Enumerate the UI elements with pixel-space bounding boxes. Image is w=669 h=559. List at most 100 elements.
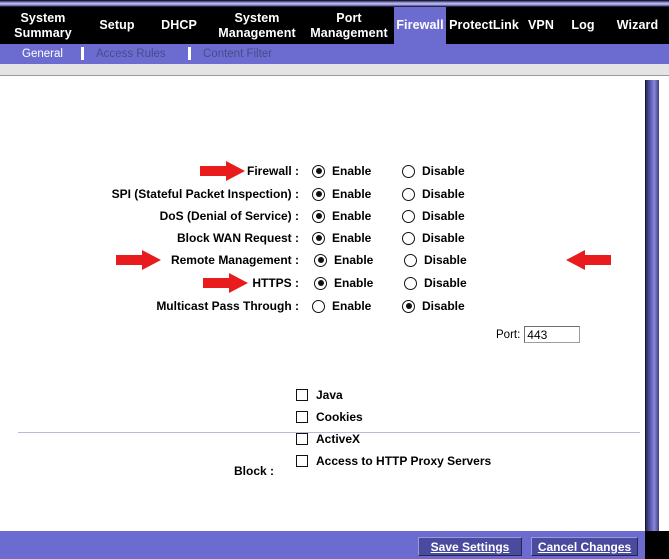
block-item-label: ActiveX — [316, 432, 361, 446]
setting-label: SPI (Stateful Packet Inspection) : — [111, 187, 299, 201]
setting-label: Remote Management : — [170, 253, 299, 267]
setting-label: Block WAN Request : — [176, 231, 299, 245]
right-margin — [659, 80, 669, 559]
radio-option-disable[interactable]: Disable — [404, 249, 467, 271]
radio-disable-icon[interactable] — [402, 164, 415, 178]
vertical-scrollbar[interactable] — [645, 80, 659, 531]
subnav-item-access-rules[interactable]: Access Rules — [96, 46, 166, 62]
radio-disable-label: Disable — [422, 187, 465, 201]
radio-option-enable[interactable]: Enable — [312, 295, 371, 317]
radio-enable-icon[interactable] — [314, 253, 327, 267]
nav-tab-system-management[interactable]: System Management — [210, 7, 304, 44]
radio-option-disable[interactable]: Disable — [404, 272, 467, 294]
radio-disable-icon[interactable] — [404, 276, 417, 290]
port-input[interactable] — [524, 326, 581, 343]
block-item-row[interactable]: Cookies — [296, 409, 363, 425]
block-item-label: Java — [316, 388, 343, 402]
nav-tab-protectlink[interactable]: ProtectLink — [446, 7, 522, 44]
radio-option-disable[interactable]: Disable — [402, 227, 465, 249]
nav-tab-wizard[interactable]: Wizard — [606, 7, 669, 44]
radio-disable-icon[interactable] — [404, 253, 417, 267]
radio-option-enable[interactable]: Enable — [314, 272, 373, 294]
setting-label: Multicast Pass Through : — [156, 299, 299, 313]
window-top-strip — [0, 0, 669, 7]
nav-tab-dhcp[interactable]: DHCP — [148, 7, 210, 44]
sub-navigation-bar: General Access Rules Content Filter — [0, 44, 669, 64]
radio-disable-icon[interactable] — [402, 231, 415, 245]
toolbar-divider-band — [0, 64, 669, 76]
subnav-separator — [81, 47, 84, 60]
radio-enable-label: Enable — [332, 164, 372, 178]
annotation-arrow-icon — [200, 160, 246, 182]
radio-option-enable[interactable]: Enable — [312, 227, 371, 249]
radio-enable-label: Enable — [334, 276, 374, 290]
nav-tab-port-management[interactable]: Port Management — [304, 7, 394, 44]
setting-row: SPI (Stateful Packet Inspection) : Enable… — [0, 183, 669, 205]
radio-enable-icon[interactable] — [314, 276, 327, 290]
nav-tab-setup[interactable]: Setup — [86, 7, 148, 44]
checkbox-activex[interactable] — [296, 433, 308, 445]
radio-disable-label: Disable — [422, 299, 465, 313]
cancel-changes-button[interactable]: Cancel Changes — [531, 537, 638, 556]
radio-enable-icon[interactable] — [312, 187, 325, 201]
block-item-row[interactable]: Access to HTTP Proxy Servers — [296, 453, 491, 469]
radio-enable-icon[interactable] — [312, 209, 325, 223]
radio-option-disable[interactable]: Disable — [402, 183, 465, 205]
radio-enable-icon[interactable] — [312, 299, 325, 313]
nav-tab-log[interactable]: Log — [560, 7, 606, 44]
annotation-arrow-icon — [116, 249, 162, 271]
setting-row: Firewall : Enable Disable — [0, 160, 669, 182]
radio-enable-label: Enable — [334, 253, 374, 267]
radio-option-enable[interactable]: Enable — [312, 183, 371, 205]
block-section-label: Block : — [234, 464, 275, 478]
radio-enable-icon[interactable] — [312, 231, 325, 245]
radio-disable-icon[interactable] — [402, 187, 415, 201]
radio-option-enable[interactable]: Enable — [312, 205, 371, 227]
radio-option-disable[interactable]: Disable — [402, 160, 465, 182]
block-item-label: Access to HTTP Proxy Servers — [316, 454, 492, 468]
radio-option-disable[interactable]: Disable — [402, 205, 465, 227]
radio-option-enable[interactable]: Enable — [312, 160, 371, 182]
radio-disable-icon[interactable] — [402, 209, 415, 223]
block-item-label: Cookies — [316, 410, 363, 424]
annotation-arrow-left-icon — [566, 249, 612, 271]
nav-tab-vpn[interactable]: VPN — [522, 7, 560, 44]
subnav-item-content-filter[interactable]: Content Filter — [203, 46, 272, 62]
firewall-general-content: Firewall : Enable Disable SPI (Stateful Pac… — [0, 77, 669, 531]
checkbox-java[interactable] — [296, 389, 308, 401]
radio-disable-icon[interactable] — [402, 299, 415, 313]
radio-disable-label: Disable — [424, 276, 467, 290]
remote-management-port-group: Port: — [496, 326, 581, 343]
checkbox-access-to-http-proxy-servers[interactable] — [296, 455, 308, 467]
annotation-arrow-icon — [203, 272, 249, 294]
radio-enable-label: Enable — [332, 231, 372, 245]
radio-enable-label: Enable — [332, 209, 372, 223]
checkbox-cookies[interactable] — [296, 411, 308, 423]
footer-bar: Save Settings Cancel Changes — [0, 531, 669, 559]
radio-disable-label: Disable — [422, 209, 465, 223]
main-navigation-bar: System Summary Setup DHCP System Management… — [0, 7, 669, 44]
setting-row: Block WAN Request : Enable Disable — [0, 227, 669, 249]
setting-label: Firewall : — [246, 164, 299, 178]
setting-row: Multicast Pass Through : Enable Disable — [0, 295, 669, 317]
radio-disable-label: Disable — [424, 253, 467, 267]
block-item-row[interactable]: ActiveX — [296, 431, 360, 447]
radio-disable-label: Disable — [422, 164, 465, 178]
nav-tab-firewall[interactable]: Firewall — [394, 7, 446, 44]
radio-option-enable[interactable]: Enable — [314, 249, 373, 271]
port-label: Port: — [496, 328, 521, 341]
radio-enable-icon[interactable] — [312, 164, 325, 178]
subnav-item-general[interactable]: General — [22, 46, 63, 62]
radio-disable-label: Disable — [422, 231, 465, 245]
nav-tab-system-summary[interactable]: System Summary — [0, 7, 86, 44]
setting-label: HTTPS : — [252, 276, 299, 290]
radio-option-disable[interactable]: Disable — [402, 295, 465, 317]
radio-enable-label: Enable — [332, 299, 372, 313]
setting-label: DoS (Denial of Service) : — [159, 209, 299, 223]
block-item-row[interactable]: Java — [296, 387, 343, 403]
save-settings-button[interactable]: Save Settings — [418, 537, 522, 556]
subnav-separator — [188, 47, 191, 60]
radio-enable-label: Enable — [332, 187, 372, 201]
router-admin-page: System Summary Setup DHCP System Management… — [0, 0, 669, 559]
setting-row: DoS (Denial of Service) : Enable Disable — [0, 205, 669, 227]
